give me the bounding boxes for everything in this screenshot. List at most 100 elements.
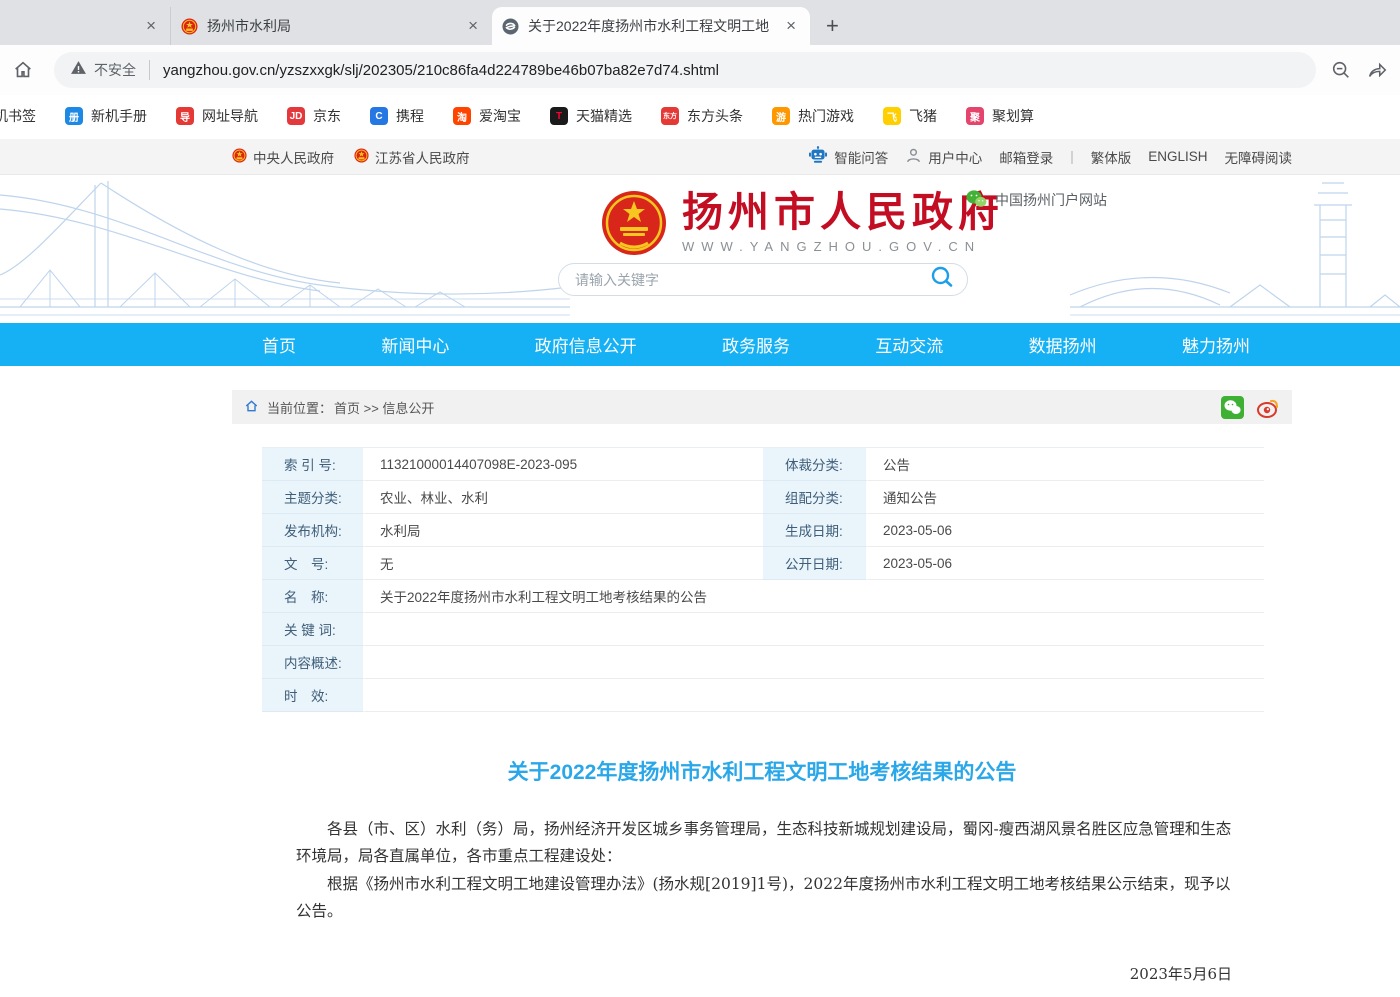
table-label: 生成日期: <box>763 514 868 547</box>
search-input[interactable] <box>575 272 929 288</box>
utility-link[interactable]: 无障碍阅读 <box>1225 147 1293 167</box>
document-info-table: 索 引 号:11321000014407098E-2023-095体裁分类:公告… <box>262 447 1264 712</box>
nav-item[interactable]: 魅力扬州 <box>1182 332 1250 357</box>
person-icon <box>905 147 922 167</box>
utility-link[interactable]: ENGLISH <box>1148 149 1207 164</box>
bookmark-favicon: 导 <box>176 107 194 125</box>
nav-item[interactable]: 首页 <box>262 332 296 357</box>
article-title: 关于2022年度扬州市水利工程文明工地考核结果的公告 <box>232 756 1292 786</box>
main-nav: 首页 新闻中心 政府信息公开 政务服务 互动交流 数据扬州 魅力扬州 <box>0 323 1400 366</box>
article-date: 2023年5月6日 <box>232 963 1292 984</box>
gov-link-label: 中央人民政府 <box>253 147 334 167</box>
bookmark-label: 网址导航 <box>202 106 258 126</box>
table-label: 体裁分类: <box>763 448 868 481</box>
bookmark-item[interactable]: 东方东方头条 <box>661 106 743 126</box>
bookmark-item[interactable]: T天猫精选 <box>550 106 632 126</box>
table-value: 2023-05-06 <box>868 514 1264 547</box>
utility-link-label: 智能问答 <box>834 147 888 167</box>
table-row: 关 键 词: <box>262 613 1264 646</box>
utility-link[interactable]: 繁体版 <box>1091 147 1132 167</box>
bookmark-favicon: 东方 <box>661 107 679 125</box>
search-box <box>558 263 968 296</box>
nav-item[interactable]: 政府信息公开 <box>535 332 637 357</box>
bookmark-favicon: 飞 <box>883 107 901 125</box>
bookmark-label: 京东 <box>313 106 341 126</box>
search-icon[interactable] <box>929 264 955 295</box>
tab-shuiliju[interactable]: 扬州市水利局 × <box>170 7 492 45</box>
table-row: 主题分类:农业、林业、水利组配分类:通知公告 <box>262 481 1264 514</box>
divider: | <box>1070 149 1074 164</box>
bookmark-favicon: T <box>550 107 568 125</box>
gov-link[interactable]: 中央人民政府 <box>232 147 334 167</box>
nav-item[interactable]: 数据扬州 <box>1029 332 1097 357</box>
table-row: 发布机构:水利局生成日期:2023-05-06 <box>262 514 1264 547</box>
tab-title: 关于2022年度扬州市水利工程文明工地 <box>528 16 782 36</box>
nav-item[interactable]: 新闻中心 <box>381 332 449 357</box>
warning-icon <box>70 59 87 81</box>
nav-item[interactable]: 互动交流 <box>875 332 943 357</box>
table-label: 关 键 词: <box>262 613 365 646</box>
bookmark-item[interactable]: 册新机手册 <box>65 106 147 126</box>
bookmark-label: 新机手册 <box>91 106 147 126</box>
national-emblem-logo <box>600 187 668 268</box>
new-tab-button[interactable]: + <box>826 15 839 37</box>
table-value: 农业、林业、水利 <box>365 481 763 514</box>
home-icon[interactable] <box>244 399 259 416</box>
bookmark-item[interactable]: 导网址导航 <box>176 106 258 126</box>
national-emblem-icon <box>181 18 198 35</box>
site-url: WWW.YANGZHOU.GOV.CN <box>682 239 1004 254</box>
weibo-share-icon[interactable] <box>1256 396 1280 419</box>
bookmark-item[interactable]: C携程 <box>370 106 424 126</box>
article-paragraph: 各县（市、区）水利（务）局，扬州经济开发区城乡事务管理局，生态科技新城规划建设局… <box>296 816 1234 871</box>
tab-active-announcement[interactable]: 关于2022年度扬州市水利工程文明工地 × <box>492 7 810 45</box>
home-icon[interactable] <box>10 57 36 83</box>
table-value: 无 <box>365 547 763 580</box>
close-icon[interactable]: × <box>142 16 160 36</box>
table-row: 索 引 号:11321000014407098E-2023-095体裁分类:公告 <box>262 448 1264 481</box>
utility-link[interactable]: 智能问答 <box>808 146 888 167</box>
bookmark-item[interactable]: 淘爱淘宝 <box>453 106 521 126</box>
table-value <box>365 646 1264 679</box>
bookmark-label: 热门游戏 <box>798 106 854 126</box>
portal-label: 中国扬州门户网站 <box>995 190 1107 210</box>
bookmark-label: 机书签 <box>0 106 36 126</box>
divider <box>149 60 150 80</box>
bookmark-item[interactable]: 游热门游戏 <box>772 106 854 126</box>
robot-icon <box>808 146 828 167</box>
breadcrumb: 当前位置： 首页 >> 信息公开 <box>232 390 1292 424</box>
table-value: 2023-05-06 <box>868 547 1264 580</box>
close-icon[interactable]: × <box>782 16 800 36</box>
share-icon[interactable] <box>1364 57 1390 83</box>
bridge-art-right <box>1070 175 1400 323</box>
bookmark-label: 聚划算 <box>992 106 1034 126</box>
bookmark-favicon: C <box>370 107 388 125</box>
utility-link-label: 用户中心 <box>928 147 982 167</box>
table-label: 时 效: <box>262 679 365 712</box>
portal-link[interactable]: 中国扬州门户网站 <box>966 189 1107 211</box>
bookmark-item[interactable]: 机书签 <box>0 106 36 126</box>
url-field[interactable]: 不安全 yangzhou.gov.cn/yzszxxgk/slj/202305/… <box>54 52 1316 88</box>
security-label: 不安全 <box>94 60 136 80</box>
bridge-art-left <box>0 175 570 323</box>
table-value: 11321000014407098E-2023-095 <box>365 448 763 481</box>
breadcrumb-path[interactable]: 首页 >> 信息公开 <box>334 398 434 417</box>
utility-link[interactable]: 邮箱登录 <box>999 147 1053 167</box>
zoom-out-icon[interactable] <box>1328 57 1354 83</box>
table-label: 内容概述: <box>262 646 365 679</box>
bookmark-item[interactable]: JD京东 <box>287 106 341 126</box>
bookmark-item[interactable]: 飞飞猪 <box>883 106 937 126</box>
close-icon[interactable]: × <box>464 16 482 36</box>
nav-item[interactable]: 政务服务 <box>722 332 790 357</box>
bookmark-label: 爱淘宝 <box>479 106 521 126</box>
bookmark-item[interactable]: 聚聚划算 <box>966 106 1034 126</box>
table-row: 文 号:无公开日期:2023-05-06 <box>262 547 1264 580</box>
bookmark-favicon: 淘 <box>453 107 471 125</box>
browser-tab-bar: × 扬州市水利局 × 关于2022年度扬州市水利工程文明工地 × + <box>0 0 1400 45</box>
utility-link[interactable]: 用户中心 <box>905 147 982 167</box>
tab-title: 扬州市水利局 <box>207 16 464 36</box>
gov-link[interactable]: 江苏省人民政府 <box>354 147 470 167</box>
wechat-share-icon[interactable] <box>1221 396 1244 419</box>
table-row: 名 称:关于2022年度扬州市水利工程文明工地考核结果的公告 <box>262 580 1264 613</box>
tab-partial[interactable]: × <box>0 7 170 45</box>
bookmark-label: 飞猪 <box>909 106 937 126</box>
